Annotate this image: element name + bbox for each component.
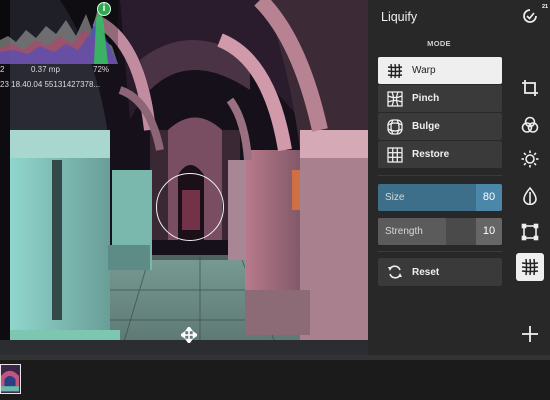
mode-restore-button[interactable]: Restore [378, 141, 502, 168]
mode-bulge-button[interactable]: Bulge [378, 113, 502, 140]
mode-pinch-button[interactable]: Pinch [378, 85, 502, 112]
histogram-meta: 23 18.40.04 55131427378... [0, 80, 101, 89]
refresh-icon [388, 265, 402, 279]
panel-title: Liquify [381, 10, 418, 24]
filmstrip-divider [0, 355, 550, 360]
reset-label: Reset [412, 267, 440, 278]
mode-pinch-label: Pinch [412, 93, 440, 104]
grid-icon [387, 63, 403, 79]
strength-value[interactable]: 10 [476, 218, 502, 245]
size-value[interactable]: 80 [476, 184, 502, 211]
reset-button[interactable]: Reset [378, 258, 502, 286]
adjust-icon [521, 116, 539, 133]
frame-tool[interactable] [516, 218, 544, 246]
mode-restore-label: Restore [412, 149, 450, 160]
restore-icon [387, 147, 403, 163]
strength-label: Strength [385, 226, 423, 237]
crop-tool[interactable] [516, 74, 544, 102]
divider [378, 251, 502, 252]
history-count: 21 [542, 4, 549, 10]
color-tool[interactable] [516, 182, 544, 210]
move-icon[interactable] [181, 327, 197, 343]
mode-bulge-label: Bulge [412, 121, 440, 132]
divider [378, 175, 502, 176]
frame-icon [521, 223, 539, 241]
histogram-left-value: 2 [0, 65, 5, 74]
size-slider[interactable]: Size 80 [378, 184, 502, 211]
adjust-tool[interactable] [516, 111, 544, 139]
add-icon [522, 326, 538, 342]
photo-thumbnail[interactable] [0, 364, 21, 394]
liquify-tool[interactable] [516, 253, 544, 281]
brush-cursor [156, 173, 224, 241]
strength-slider[interactable]: Strength 10 [378, 218, 502, 245]
liquify-panel: Liquify MODE Warp Pinch Bulge Restore Si… [368, 0, 510, 355]
filmstrip-bar [0, 355, 550, 400]
bulge-icon [387, 119, 403, 135]
histogram-zoom: 72% [93, 65, 110, 74]
color-icon [523, 187, 537, 205]
crop-icon [522, 80, 538, 96]
light-tool[interactable] [516, 145, 544, 173]
thumbnail-image [1, 365, 19, 392]
tool-toolbar: 21 [510, 0, 550, 355]
size-label: Size [385, 192, 405, 203]
history-button[interactable]: 21 [516, 2, 548, 30]
pinch-icon [387, 91, 403, 107]
mode-heading: MODE [427, 39, 451, 48]
mode-warp-button[interactable]: Warp [378, 57, 502, 84]
mode-warp-label: Warp [412, 65, 436, 76]
history-icon [523, 9, 537, 23]
histogram-resolution: 0.37 mp [31, 65, 60, 74]
info-icon[interactable]: i [97, 2, 111, 16]
image-canvas[interactable]: i 2 0.37 mp 72% 23 18.40.04 55131427378.… [0, 0, 368, 355]
light-icon [521, 150, 539, 168]
liquify-icon [521, 258, 539, 276]
add-tool-button[interactable] [516, 320, 544, 348]
